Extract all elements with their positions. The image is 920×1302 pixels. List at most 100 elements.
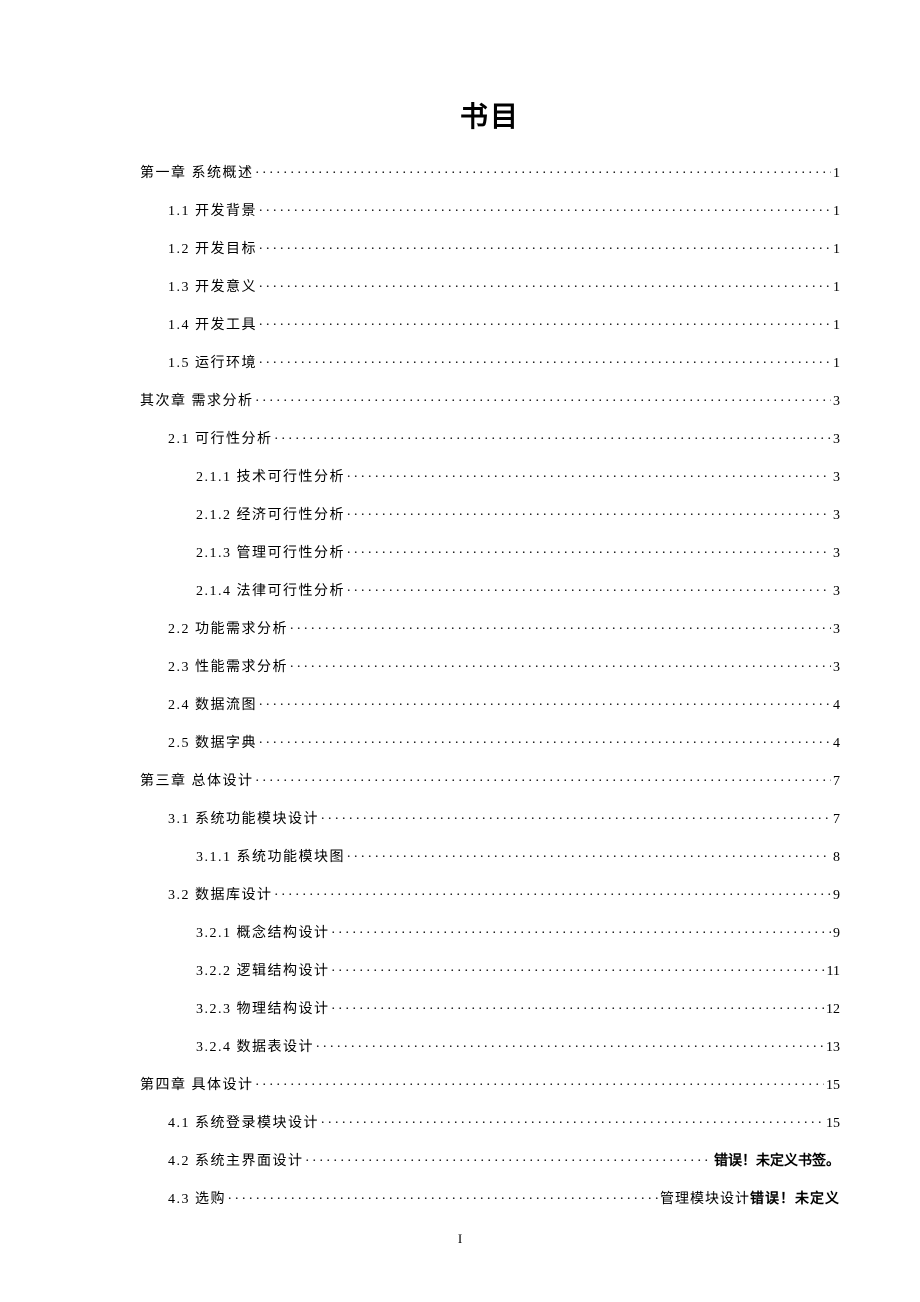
- toc-entry-label: 第三章 总体设计: [140, 775, 254, 789]
- toc-leader-dots: [256, 771, 832, 785]
- toc-entry-label: 1.2 开发目标: [168, 243, 257, 257]
- toc-leader-dots: [347, 543, 831, 557]
- toc-entry-label: 2.1.1 技术可行性分析: [196, 471, 345, 485]
- toc-entry: 3.1.1 系统功能模块图 8: [140, 847, 840, 865]
- toc-entry-label: 其次章 需求分析: [140, 395, 254, 409]
- toc-leader-dots: [256, 1075, 825, 1089]
- toc-entry: 4.3 选购 管理模块设计错误！未定义: [140, 1189, 840, 1207]
- toc-entry-label: 3.2 数据库设计: [168, 889, 273, 903]
- toc-entry-label: 3.2.2 逻辑结构设计: [196, 965, 330, 979]
- toc-entry: 2.3 性能需求分析 3: [140, 657, 840, 675]
- toc-entry-label: 2.5 数据字典: [168, 737, 257, 751]
- toc-leader-dots: [228, 1189, 658, 1203]
- toc-entry-label: 2.1.4 法律可行性分析: [196, 585, 345, 599]
- toc-entry-label: 1.4 开发工具: [168, 319, 257, 333]
- toc-entry-label: 1.1 开发背景: [168, 205, 257, 219]
- toc-entry: 2.4 数据流图 4: [140, 695, 840, 713]
- toc-entry: 其次章 需求分析3: [140, 391, 840, 409]
- toc-entry-label: 3.2.4 数据表设计: [196, 1041, 314, 1055]
- toc-entry-label: 2.3 性能需求分析: [168, 661, 288, 675]
- toc-entry-page: 3: [833, 623, 840, 637]
- toc-leader-dots: [259, 239, 831, 253]
- toc-entry-page: 8: [833, 851, 840, 865]
- toc-leader-dots: [332, 923, 832, 937]
- toc-entry-label: 2.4 数据流图: [168, 699, 257, 713]
- toc-entry-page: 3: [833, 661, 840, 675]
- toc-entry-label: 1.5 运行环境: [168, 357, 257, 371]
- toc-entry-page: 1: [833, 243, 840, 257]
- toc-entry-label: 4.2 系统主界面设计: [168, 1155, 304, 1169]
- toc-leader-dots: [275, 429, 832, 443]
- toc-entry-trail: 管理模块设计错误！未定义: [660, 1193, 840, 1207]
- toc-entry-page: 4: [833, 737, 840, 751]
- toc-entry: 2.1.3 管理可行性分析 3: [140, 543, 840, 561]
- toc-entry: 第三章 总体设计7: [140, 771, 840, 789]
- toc-entry-label: 3.1 系统功能模块设计: [168, 813, 319, 827]
- toc-entry: 3.2.4 数据表设计 13: [140, 1037, 840, 1055]
- toc-leader-dots: [306, 1151, 713, 1165]
- toc-leader-dots: [347, 505, 831, 519]
- toc-entry-label: 2.1.2 经济可行性分析: [196, 509, 345, 523]
- toc-entry: 3.2.1 概念结构设计 9: [140, 923, 840, 941]
- toc-entry-page: 1: [833, 357, 840, 371]
- toc-leader-dots: [275, 885, 832, 899]
- toc-entry-page: 1: [833, 281, 840, 295]
- toc-leader-dots: [332, 999, 825, 1013]
- toc-entry-page: 3: [833, 585, 840, 599]
- toc-entry-label: 4.3 选购: [168, 1193, 226, 1207]
- toc-leader-dots: [256, 391, 832, 405]
- toc-entry-page: 3: [833, 547, 840, 561]
- toc-entry: 4.1 系统登录模块设计 15: [140, 1113, 840, 1131]
- toc-entry: 2.5 数据字典 4: [140, 733, 840, 751]
- toc-entry-label: 3.1.1 系统功能模块图: [196, 851, 345, 865]
- toc-entry: 1.1 开发背景 1: [140, 201, 840, 219]
- toc-entry-page-error: 错误！未定义书签。: [714, 1155, 840, 1169]
- toc-entry: 1.2 开发目标 1: [140, 239, 840, 257]
- toc-entry-label: 第四章 具体设计: [140, 1079, 254, 1093]
- toc-leader-dots: [259, 695, 831, 709]
- toc-entry-label: 2.1.3 管理可行性分析: [196, 547, 345, 561]
- toc-entry: 2.1.2 经济可行性分析 3: [140, 505, 840, 523]
- toc-entry-page: 3: [833, 509, 840, 523]
- toc-entry-page: 12: [826, 1003, 840, 1017]
- page-number-footer: I: [0, 1231, 920, 1247]
- toc-entry-page: 7: [833, 813, 840, 827]
- toc-entry-page: 3: [833, 433, 840, 447]
- toc-leader-dots: [321, 809, 831, 823]
- toc-entry: 1.3 开发意义1: [140, 277, 840, 295]
- toc-leader-dots: [347, 847, 831, 861]
- toc-entry-page: 13: [826, 1041, 840, 1055]
- toc-entry: 3.2.3 物理结构设计12: [140, 999, 840, 1017]
- toc-entry-page: 9: [833, 927, 840, 941]
- toc-leader-dots: [259, 315, 831, 329]
- toc-leader-dots: [290, 619, 831, 633]
- toc-entry-page: 1: [833, 205, 840, 219]
- toc-entry-page: 1: [833, 319, 840, 333]
- toc-entry-page: 1: [833, 167, 840, 181]
- toc-leader-dots: [290, 657, 831, 671]
- toc-entry-label: 2.1 可行性分析: [168, 433, 273, 447]
- toc-leader-dots: [259, 353, 831, 367]
- toc-entry-label: 第一章 系统概述: [140, 167, 254, 181]
- toc-entry: 3.1 系统功能模块设计 7: [140, 809, 840, 827]
- toc-leader-dots: [259, 733, 831, 747]
- toc-entry-label: 4.1 系统登录模块设计: [168, 1117, 319, 1131]
- toc-entry-page: 15: [826, 1117, 840, 1131]
- toc-leader-dots: [347, 581, 831, 595]
- toc-leader-dots: [321, 1113, 824, 1127]
- toc-entry: 2.2 功能需求分析 3: [140, 619, 840, 637]
- toc-entry-page: 9: [833, 889, 840, 903]
- toc-entry-page: 4: [833, 699, 840, 713]
- toc-entry-page: 11: [827, 965, 840, 979]
- toc-entry: 1.5 运行环境 1: [140, 353, 840, 371]
- toc-entry: 3.2 数据库设计 9: [140, 885, 840, 903]
- toc-list: 第一章 系统概述11.1 开发背景11.2 开发目标11.3 开发意义11.4 …: [140, 163, 840, 1207]
- toc-entry-page: 3: [833, 471, 840, 485]
- document-page: 书目 第一章 系统概述11.1 开发背景11.2 开发目标11.3 开发意义11…: [0, 0, 920, 1302]
- toc-entry: 2.1 可行性分析 3: [140, 429, 840, 447]
- toc-leader-dots: [256, 163, 832, 177]
- toc-leader-dots: [259, 277, 831, 291]
- toc-entry-label: 2.2 功能需求分析: [168, 623, 288, 637]
- toc-entry: 3.2.2 逻辑结构设计 11: [140, 961, 840, 979]
- toc-entry-label: 3.2.1 概念结构设计: [196, 927, 330, 941]
